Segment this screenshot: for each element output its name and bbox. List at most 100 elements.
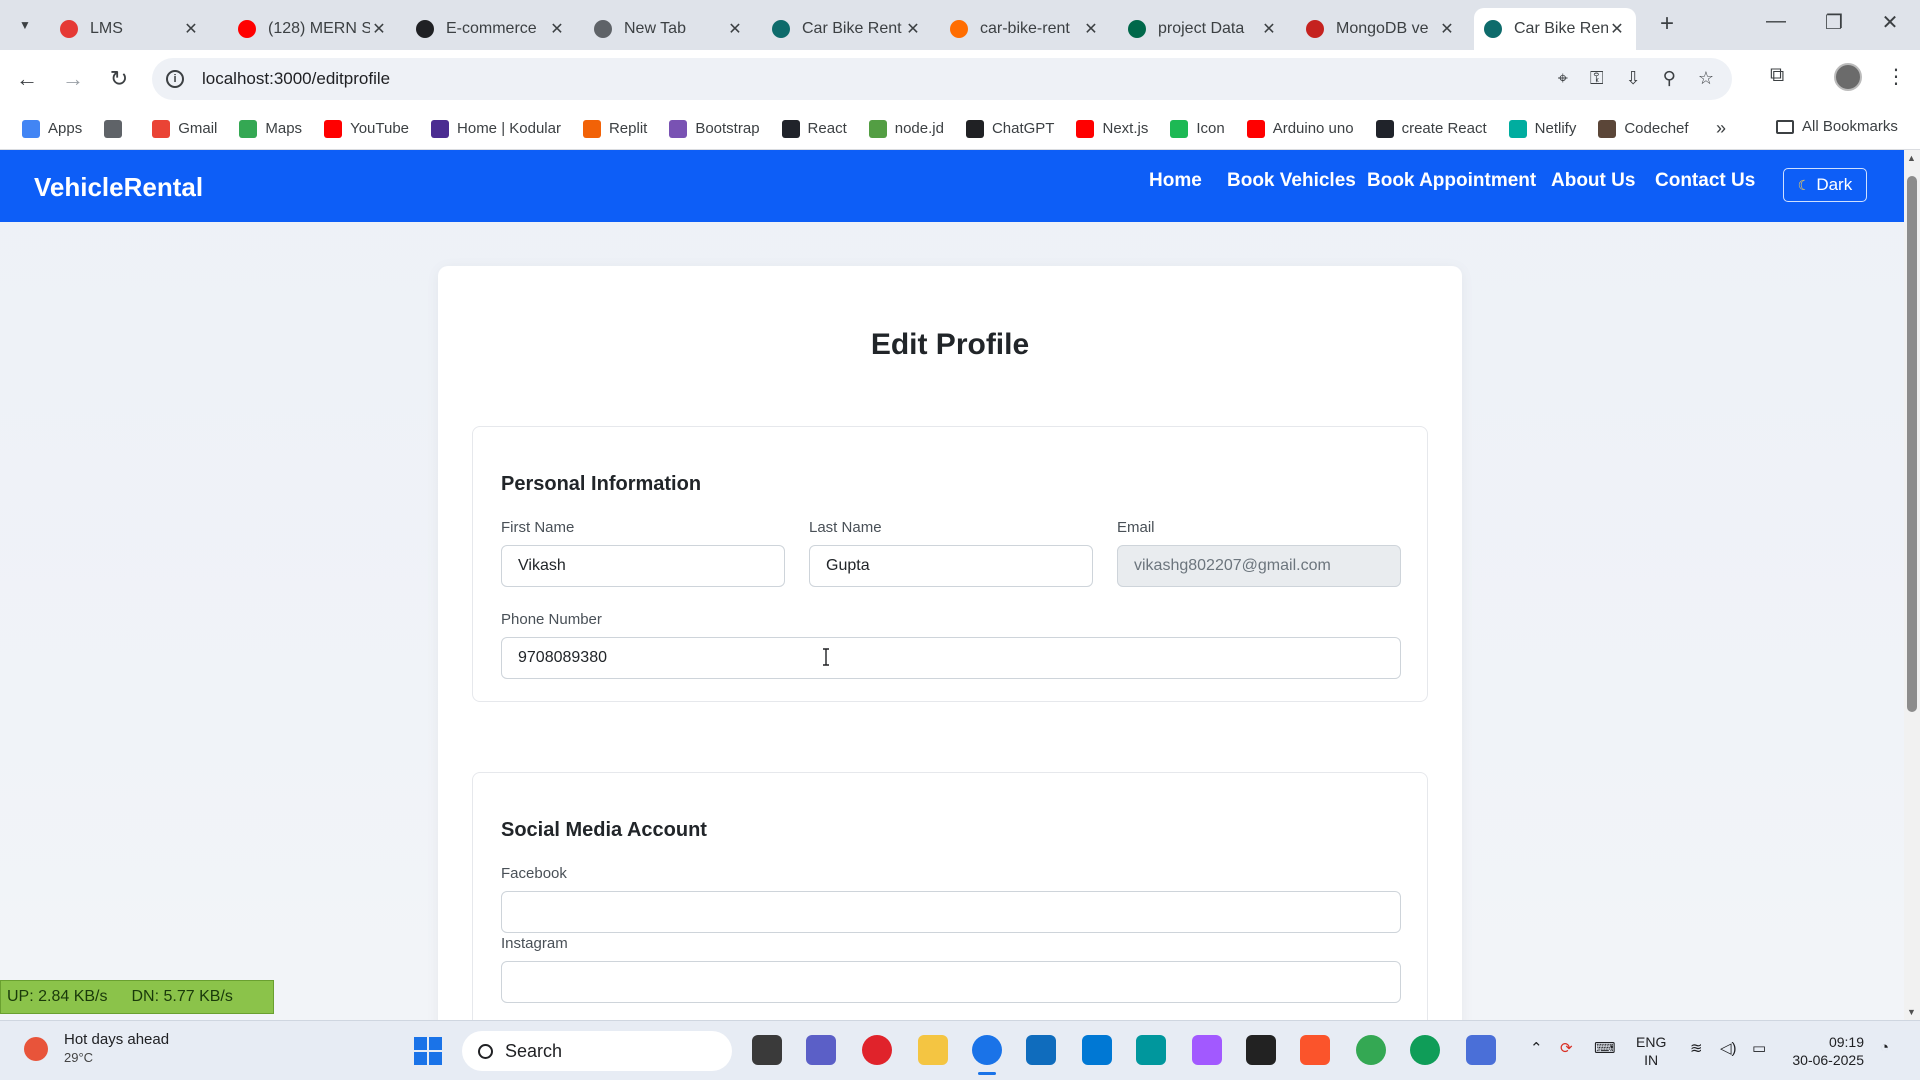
figma-icon[interactable] [1192,1035,1222,1065]
tab-close-icon[interactable]: ✕ [182,19,200,39]
bookmark-item[interactable]: Bootstrap [669,119,760,138]
install-app-icon[interactable]: ⇩ [1626,68,1641,89]
tab-close-icon[interactable]: ✕ [1082,19,1100,39]
browser-tab[interactable]: Car Bike Rent ✕ [762,8,932,50]
brave-icon[interactable] [1300,1035,1330,1065]
site-info-icon[interactable]: i [166,70,184,88]
bookmark-item[interactable]: Replit [582,119,647,138]
volume-icon[interactable]: ◁) [1720,1039,1737,1057]
sync-icon[interactable]: ⟳ [1560,1039,1573,1057]
browser-tab[interactable]: E-commerce ✕ [406,8,576,50]
nav-book-appointment[interactable]: Book Appointment [1367,170,1536,192]
bookmark-item[interactable]: YouTube [324,119,409,138]
brand-logo[interactable]: VehicleRental [34,172,203,203]
browser-tab[interactable]: (128) MERN S ✕ [228,8,398,50]
close-window-button[interactable]: ✕ [1870,10,1910,35]
phone-input[interactable]: 9708089380 [501,637,1401,679]
scroll-down-arrow-icon[interactable]: ▼ [1907,1007,1916,1017]
tab-close-icon[interactable]: ✕ [370,19,388,39]
chrome-alt-icon[interactable] [1410,1035,1440,1065]
bookmark-item[interactable]: Codechef [1598,119,1689,138]
first-name-input[interactable]: Vikash [501,545,785,587]
chrome-profile-icon[interactable] [1356,1035,1386,1065]
bookmark-item[interactable]: Maps [239,119,302,138]
file-explorer-icon[interactable] [918,1035,948,1065]
browser-tab[interactable]: Car Bike Rent ✕ [1474,8,1636,50]
zoom-icon[interactable]: ⚲ [1663,68,1676,89]
keyboard-icon[interactable]: ⌨ [1594,1039,1616,1057]
browser-tab[interactable]: New Tab ✕ [584,8,754,50]
browser-tab[interactable]: MongoDB ve ✕ [1296,8,1466,50]
teams-icon[interactable] [806,1035,836,1065]
instagram-label: Instagram [501,935,568,952]
browser-tab[interactable]: LMS ✕ [50,8,210,50]
facebook-input[interactable] [501,891,1401,933]
new-tab-button[interactable]: + [1652,10,1682,38]
tab-search-chevron-icon[interactable]: ▼ [10,12,40,38]
tab-close-icon[interactable]: ✕ [904,19,922,39]
extensions-icon[interactable]: ⧉ [1770,64,1784,87]
start-button-icon[interactable] [414,1037,442,1065]
bookmark-item[interactable]: React [781,119,847,138]
bookmark-item[interactable]: Arduino uno [1246,119,1354,138]
store-icon[interactable] [1026,1035,1056,1065]
nav-home[interactable]: Home [1149,170,1202,192]
bookmark-item[interactable]: Icon [1170,119,1225,138]
arduino-icon[interactable] [1136,1035,1166,1065]
tab-close-icon[interactable]: ✕ [1260,19,1278,39]
bookmark-item[interactable]: ChatGPT [965,119,1054,138]
bookmark-item[interactable]: create React [1375,119,1487,138]
notifications-icon[interactable]: ◔ [1880,1039,1889,1056]
scroll-thumb[interactable] [1907,176,1917,712]
minimize-button[interactable]: — [1756,10,1796,33]
taskbar-search[interactable]: Search [462,1031,732,1071]
url-text[interactable]: localhost:3000/editprofile [202,69,390,89]
bookmark-item[interactable]: Netlify [1508,119,1576,138]
wifi-icon[interactable]: ≋ [1690,1039,1703,1057]
tab-close-icon[interactable]: ✕ [1608,19,1626,39]
bookmark-item[interactable] [104,119,130,138]
bookmark-item[interactable]: Apps [22,119,82,138]
maximize-button[interactable]: ❐ [1814,10,1854,35]
last-name-input[interactable]: Gupta [809,545,1093,587]
bookmarks-overflow-icon[interactable]: » [1716,118,1726,139]
weather-widget[interactable]: Hot days ahead 29°C [24,1031,169,1067]
instagram-input[interactable] [501,961,1401,1003]
reload-button[interactable]: ↻ [104,64,134,94]
nav-about-us[interactable]: About Us [1551,170,1635,192]
battery-icon[interactable]: ▭ [1752,1039,1766,1057]
tray-expand-icon[interactable]: ⌃ [1530,1039,1543,1057]
tab-close-icon[interactable]: ✕ [548,19,566,39]
task-view-icon[interactable] [752,1035,782,1065]
chrome-icon[interactable] [972,1035,1002,1075]
language-indicator[interactable]: ENG IN [1636,1033,1666,1069]
profile-avatar[interactable] [1834,63,1862,91]
app-icon[interactable] [1246,1035,1276,1065]
back-button[interactable]: ← [12,64,42,94]
tab-close-icon[interactable]: ✕ [1438,19,1456,39]
bookmark-item[interactable]: Next.js [1076,119,1148,138]
nav-contact-us[interactable]: Contact Us [1655,170,1755,192]
bookmark-item[interactable]: node.jd [868,119,944,138]
location-icon[interactable]: ⌖ [1558,68,1568,89]
app-window-icon[interactable] [1466,1035,1496,1065]
bookmark-item[interactable]: Home | Kodular [431,119,561,138]
bookmark-item[interactable]: Gmail [152,119,217,138]
opera-icon[interactable] [862,1035,892,1065]
address-bar[interactable]: i localhost:3000/editprofile ⌖ ⚿ ⇩ ⚲ ☆ [152,58,1732,100]
page-scrollbar[interactable]: ▲ ▼ [1904,150,1920,1020]
tab-close-icon[interactable]: ✕ [726,19,744,39]
menu-kebab-icon[interactable]: ⋮ [1886,64,1906,89]
nav-book-vehicles[interactable]: Book Vehicles [1227,170,1356,192]
clock[interactable]: 09:19 30-06-2025 [1784,1033,1864,1069]
browser-tab[interactable]: car-bike-rent ✕ [940,8,1110,50]
bookmark-star-icon[interactable]: ☆ [1698,68,1714,89]
all-bookmarks-button[interactable]: All Bookmarks [1776,118,1898,135]
password-key-icon[interactable]: ⚿ [1590,68,1604,89]
browser-tab[interactable]: project Data ✕ [1118,8,1288,50]
page-title: Edit Profile [870,328,1030,361]
forward-button[interactable]: → [58,64,88,94]
scroll-up-arrow-icon[interactable]: ▲ [1907,153,1916,163]
dark-mode-toggle[interactable]: ☾ Dark [1783,168,1867,202]
vscode-icon[interactable] [1082,1035,1112,1065]
